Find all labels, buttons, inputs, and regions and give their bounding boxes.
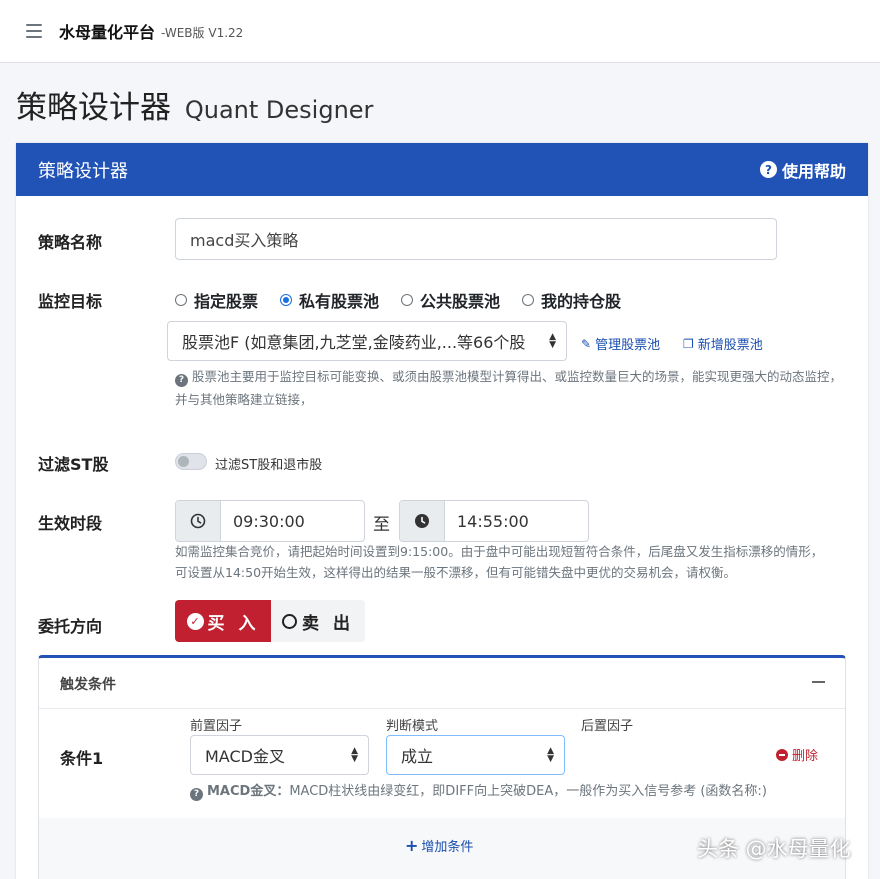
post-factor-label: 后置因子 xyxy=(581,719,634,734)
menu-icon[interactable] xyxy=(26,24,42,38)
card-title: 策略设计器 xyxy=(38,160,128,182)
circle-icon xyxy=(282,613,298,629)
select-arrows-icon: ▲ ▼ xyxy=(351,746,358,764)
radio-indicator xyxy=(175,294,187,306)
time-help-text: 如需监控集合竞价，请把起始时间设置到9:15:00。由于盘中可能出现短暂符合条件… xyxy=(175,544,824,580)
help-button[interactable]: ? 使用帮助 xyxy=(759,158,846,182)
radio-specified-stock[interactable]: 指定股票 xyxy=(175,288,258,312)
clock-icon xyxy=(176,501,221,541)
page-title-sub: Quant Designer xyxy=(184,96,374,124)
copy-icon: ❐ xyxy=(683,336,694,351)
radio-public-pool[interactable]: 公共股票池 xyxy=(401,288,500,312)
collapse-minus-icon[interactable] xyxy=(812,681,825,683)
select-arrows-icon: ▲ ▼ xyxy=(547,746,554,764)
factor-description-term: MACD金叉： xyxy=(207,784,290,799)
page-title: 策略设计器 Quant Designer xyxy=(16,82,373,127)
strategy-name-input[interactable] xyxy=(175,218,777,260)
radio-indicator xyxy=(280,294,293,306)
clock-solid-icon xyxy=(400,501,445,541)
start-time-input[interactable]: 09:30:00 xyxy=(175,500,365,542)
sell-button[interactable]: 卖 出 xyxy=(271,600,365,642)
question-circle-icon: ? xyxy=(759,161,777,178)
mode-select[interactable]: 成立 ▲ ▼ xyxy=(386,735,565,775)
end-time-value: 14:55:00 xyxy=(457,511,529,531)
trigger-title: 触发条件 xyxy=(60,677,116,693)
mode-label: 判断模式 xyxy=(386,719,439,734)
radio-indicator xyxy=(401,294,414,306)
pre-factor-label: 前置因子 xyxy=(190,719,243,734)
stock-pool-select[interactable]: 股票池F (如意集团,九芝堂,金陵药业,...等66个股 ▲ ▼ xyxy=(167,321,567,361)
page-title-main: 策略设计器 xyxy=(16,90,171,126)
edit-icon: ✎ xyxy=(581,336,592,351)
help-label: 使用帮助 xyxy=(781,161,846,181)
monitor-target-label: 监控目标 xyxy=(38,292,103,311)
filter-st-toggle-label: 过滤ST股和退市股 xyxy=(215,458,323,473)
new-pool-link[interactable]: ❐ 新增股票池 xyxy=(683,334,763,354)
filter-st-toggle[interactable] xyxy=(175,453,207,470)
start-time-value: 09:30:00 xyxy=(233,511,305,531)
end-time-input[interactable]: 14:55:00 xyxy=(399,500,589,542)
minus-circle-icon xyxy=(776,748,788,761)
order-direction-label: 委托方向 xyxy=(38,617,103,636)
plus-icon: + xyxy=(405,836,419,855)
delete-condition-button[interactable]: 删除 xyxy=(776,745,818,764)
divider xyxy=(39,708,845,709)
active-time-label: 生效时段 xyxy=(38,514,103,533)
toggle-knob xyxy=(178,456,189,467)
pool-help-text: ? 股票池主要用于监控目标可能变换、或须由股票池模型计算得出、或监控数量巨大的场景… xyxy=(175,369,843,407)
app-version: -WEB版 V1.22 xyxy=(161,26,244,40)
manage-pool-link[interactable]: ✎ 管理股票池 xyxy=(581,334,660,354)
check-circle-icon: ✓ xyxy=(186,612,204,630)
factor-description-text: MACD柱状线由绿变红，即DIFF向上突破DEA，一般作为买入信号参考 (函数名… xyxy=(289,784,767,799)
radio-indicator xyxy=(522,294,535,306)
stock-pool-select-value: 股票池F (如意集团,九芝堂,金陵药业,...等66个股 xyxy=(182,333,526,352)
pre-factor-value: MACD金叉 xyxy=(205,747,285,766)
top-navbar: 水母量化平台 -WEB版 V1.22 xyxy=(0,0,880,63)
brand-name: 水母量化平台 xyxy=(59,23,156,42)
monitor-target-radios: 指定股票 私有股票池 公共股票池 我的持仓股 xyxy=(175,288,643,312)
time-separator: 至 xyxy=(373,515,390,535)
select-arrows-icon: ▲ ▼ xyxy=(549,332,556,350)
pre-factor-select[interactable]: MACD金叉 ▲ ▼ xyxy=(190,735,369,775)
radio-private-pool[interactable]: 私有股票池 xyxy=(280,288,379,312)
question-circle-icon: ? xyxy=(190,788,203,801)
filter-st-label: 过滤ST股 xyxy=(38,455,109,474)
buy-button[interactable]: ✓ 买 入 xyxy=(175,600,271,642)
mode-value: 成立 xyxy=(401,747,434,766)
card-header: 策略设计器 ? 使用帮助 xyxy=(16,143,868,196)
strategy-name-label: 策略名称 xyxy=(38,233,103,252)
add-condition-button[interactable]: + 增加条件 xyxy=(405,836,473,855)
factor-description: ? MACD金叉：MACD柱状线由绿变红，即DIFF向上突破DEA，一般作为买入信… xyxy=(190,780,830,803)
strategy-card: 策略设计器 ? 使用帮助 策略名称 监控目标 指定股票 私有股票池 公共股票池 … xyxy=(16,143,868,879)
condition-label: 条件1 xyxy=(60,749,104,768)
question-circle-icon: ? xyxy=(175,374,188,387)
radio-my-holdings[interactable]: 我的持仓股 xyxy=(522,288,621,312)
watermark: 头条 @水母量化 xyxy=(697,837,851,861)
